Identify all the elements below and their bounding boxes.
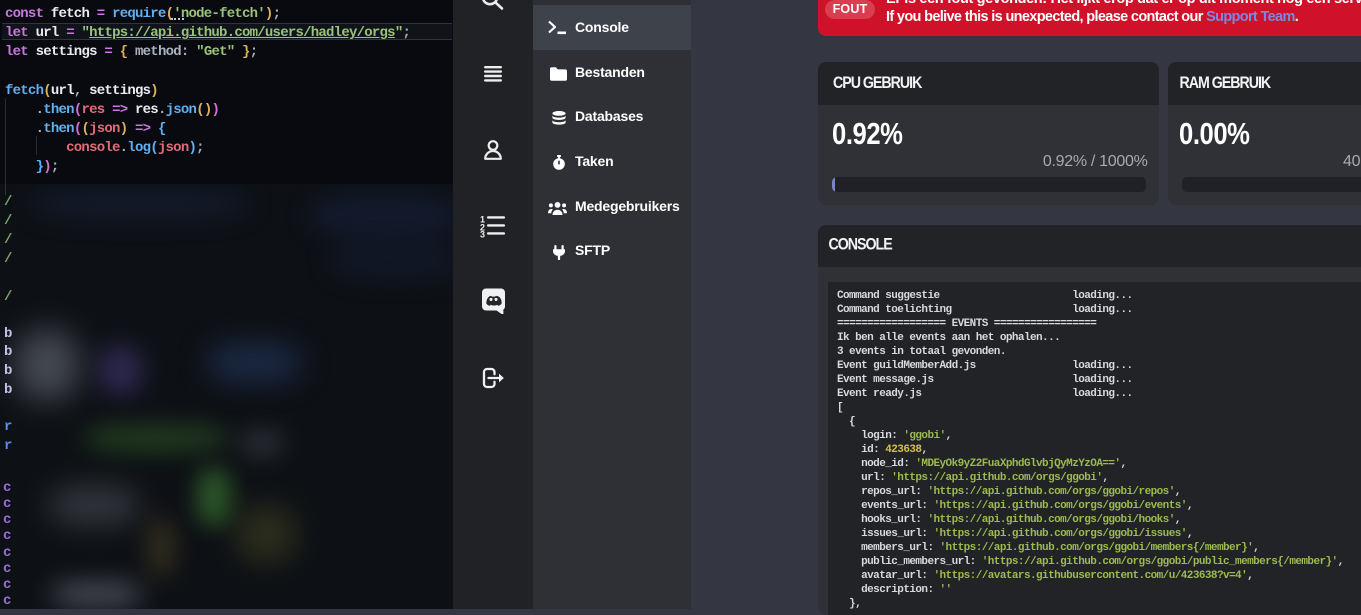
svg-text:3: 3 [480,230,485,239]
